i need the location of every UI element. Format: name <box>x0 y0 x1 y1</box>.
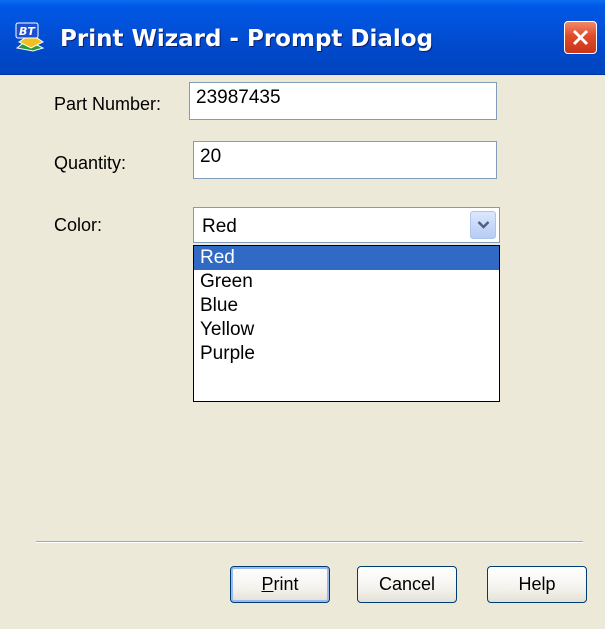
color-select-value: Red <box>202 216 237 237</box>
color-option-purple[interactable]: Purple <box>194 342 499 366</box>
part-number-input[interactable]: 23987435 <box>189 82 497 120</box>
dropdown-button[interactable] <box>470 211 496 239</box>
quantity-input[interactable]: 20 <box>193 141 497 179</box>
part-number-label: Part Number: <box>54 94 162 114</box>
app-icon: BT <box>13 22 47 52</box>
print-button-mnemonic: P <box>261 574 274 594</box>
color-label: Color: <box>54 215 103 235</box>
print-button[interactable]: Print <box>230 566 330 603</box>
help-button[interactable]: Help <box>487 566 587 603</box>
color-select[interactable]: Red <box>193 207 500 243</box>
color-option-red[interactable]: Red <box>194 246 499 270</box>
chevron-down-icon <box>477 221 490 229</box>
print-button-label: rint <box>273 574 299 594</box>
separator-highlight <box>36 542 583 543</box>
color-option-yellow[interactable]: Yellow <box>194 318 499 342</box>
svg-text:BT: BT <box>19 25 36 38</box>
title-bar[interactable]: BT Print Wizard - Prompt Dialog <box>0 0 605 75</box>
close-button[interactable] <box>564 21 597 54</box>
window-title: Print Wizard - Prompt Dialog <box>60 26 434 52</box>
color-option-blue[interactable]: Blue <box>194 294 499 318</box>
close-icon <box>572 29 589 46</box>
print-wizard-dialog: BT Print Wizard - Prompt Dialog Part Num… <box>0 0 605 629</box>
quantity-label: Quantity: <box>54 153 127 173</box>
color-option-green[interactable]: Green <box>194 270 499 294</box>
cancel-button[interactable]: Cancel <box>357 566 457 603</box>
color-dropdown-list: Red Green Blue Yellow Purple <box>193 245 500 402</box>
